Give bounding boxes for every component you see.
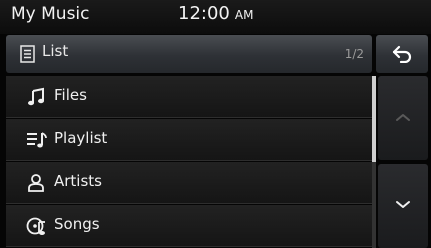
scroll-down-button[interactable] [378, 164, 428, 248]
list-item-songs[interactable]: Songs [6, 205, 372, 247]
list-item-files[interactable]: Files [6, 76, 372, 118]
list-item-label: Files [54, 86, 87, 104]
page-indicator: 1/2 [344, 47, 364, 61]
songs-icon [26, 216, 48, 236]
list-item-artists[interactable]: Artists [6, 162, 372, 204]
list-header-label: List [42, 42, 69, 60]
clock-time: 12:00 [178, 3, 230, 24]
app-title: My Music [11, 4, 90, 24]
playlist-icon [26, 130, 48, 150]
artist-icon [26, 173, 48, 193]
status-bar: My Music 12:00 AM [0, 0, 431, 34]
list-icon [18, 44, 38, 64]
chevron-up-icon [396, 114, 410, 121]
scrollbar-thumb[interactable] [372, 76, 376, 162]
back-arrow-icon [392, 45, 412, 63]
clock: 12:00 AM [178, 3, 253, 24]
list-header: List 1/2 [6, 35, 372, 73]
list-item-label: Songs [54, 215, 100, 233]
list-item-label: Playlist [54, 129, 108, 147]
list-item-playlist[interactable]: Playlist [6, 119, 372, 161]
list-item-label: Artists [54, 172, 102, 190]
scroll-up-button[interactable] [378, 76, 428, 160]
music-note-icon [26, 87, 48, 107]
music-category-list: Files Playlist Artists Songs [6, 76, 372, 248]
back-button[interactable] [376, 35, 428, 73]
clock-ampm: AM [234, 8, 254, 22]
chevron-down-icon [396, 201, 410, 208]
music-screen: My Music 12:00 AM List 1/2 Files Playlis… [0, 0, 431, 248]
